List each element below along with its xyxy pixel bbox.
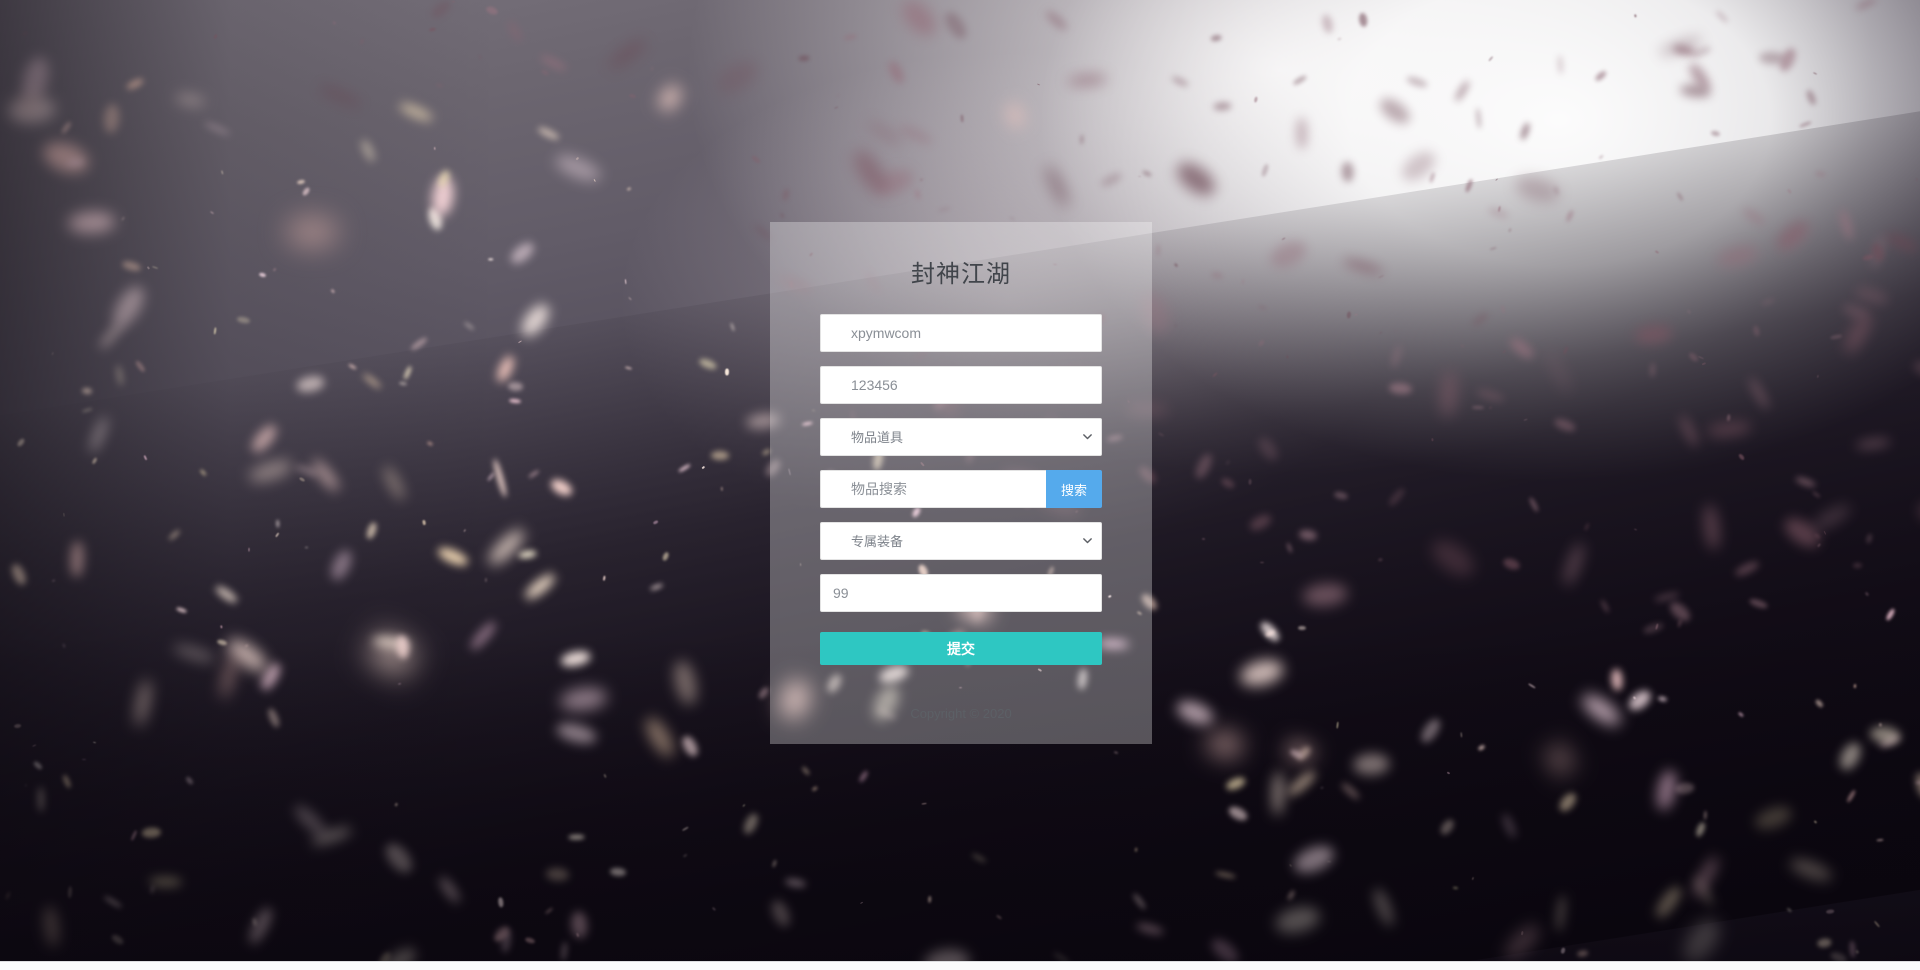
account-input[interactable] xyxy=(820,314,1102,352)
password-field-wrap xyxy=(820,366,1102,404)
page-title: 封神江湖 xyxy=(911,261,1011,288)
category-select-wrap: 物品道具 xyxy=(820,418,1102,456)
password-input[interactable] xyxy=(820,366,1102,404)
quantity-input[interactable] xyxy=(820,574,1102,612)
search-button[interactable]: 搜索 xyxy=(1046,470,1102,508)
equipment-select-wrap: 专属装备 xyxy=(820,522,1102,560)
account-field-wrap xyxy=(820,314,1102,352)
item-search-input[interactable] xyxy=(820,470,1046,508)
page-bottom-strip xyxy=(0,961,1920,970)
category-select[interactable]: 物品道具 xyxy=(820,418,1102,456)
quantity-field-wrap xyxy=(820,574,1102,612)
copyright-text: Copyright © 2020 xyxy=(910,706,1012,721)
item-search-row: 搜索 xyxy=(820,470,1102,508)
form-card: 封神江湖 物品道具 搜索 专属装备 提交 Copyright © 2020 xyxy=(770,222,1152,744)
submit-button[interactable]: 提交 xyxy=(820,632,1102,665)
equipment-select[interactable]: 专属装备 xyxy=(820,522,1102,560)
